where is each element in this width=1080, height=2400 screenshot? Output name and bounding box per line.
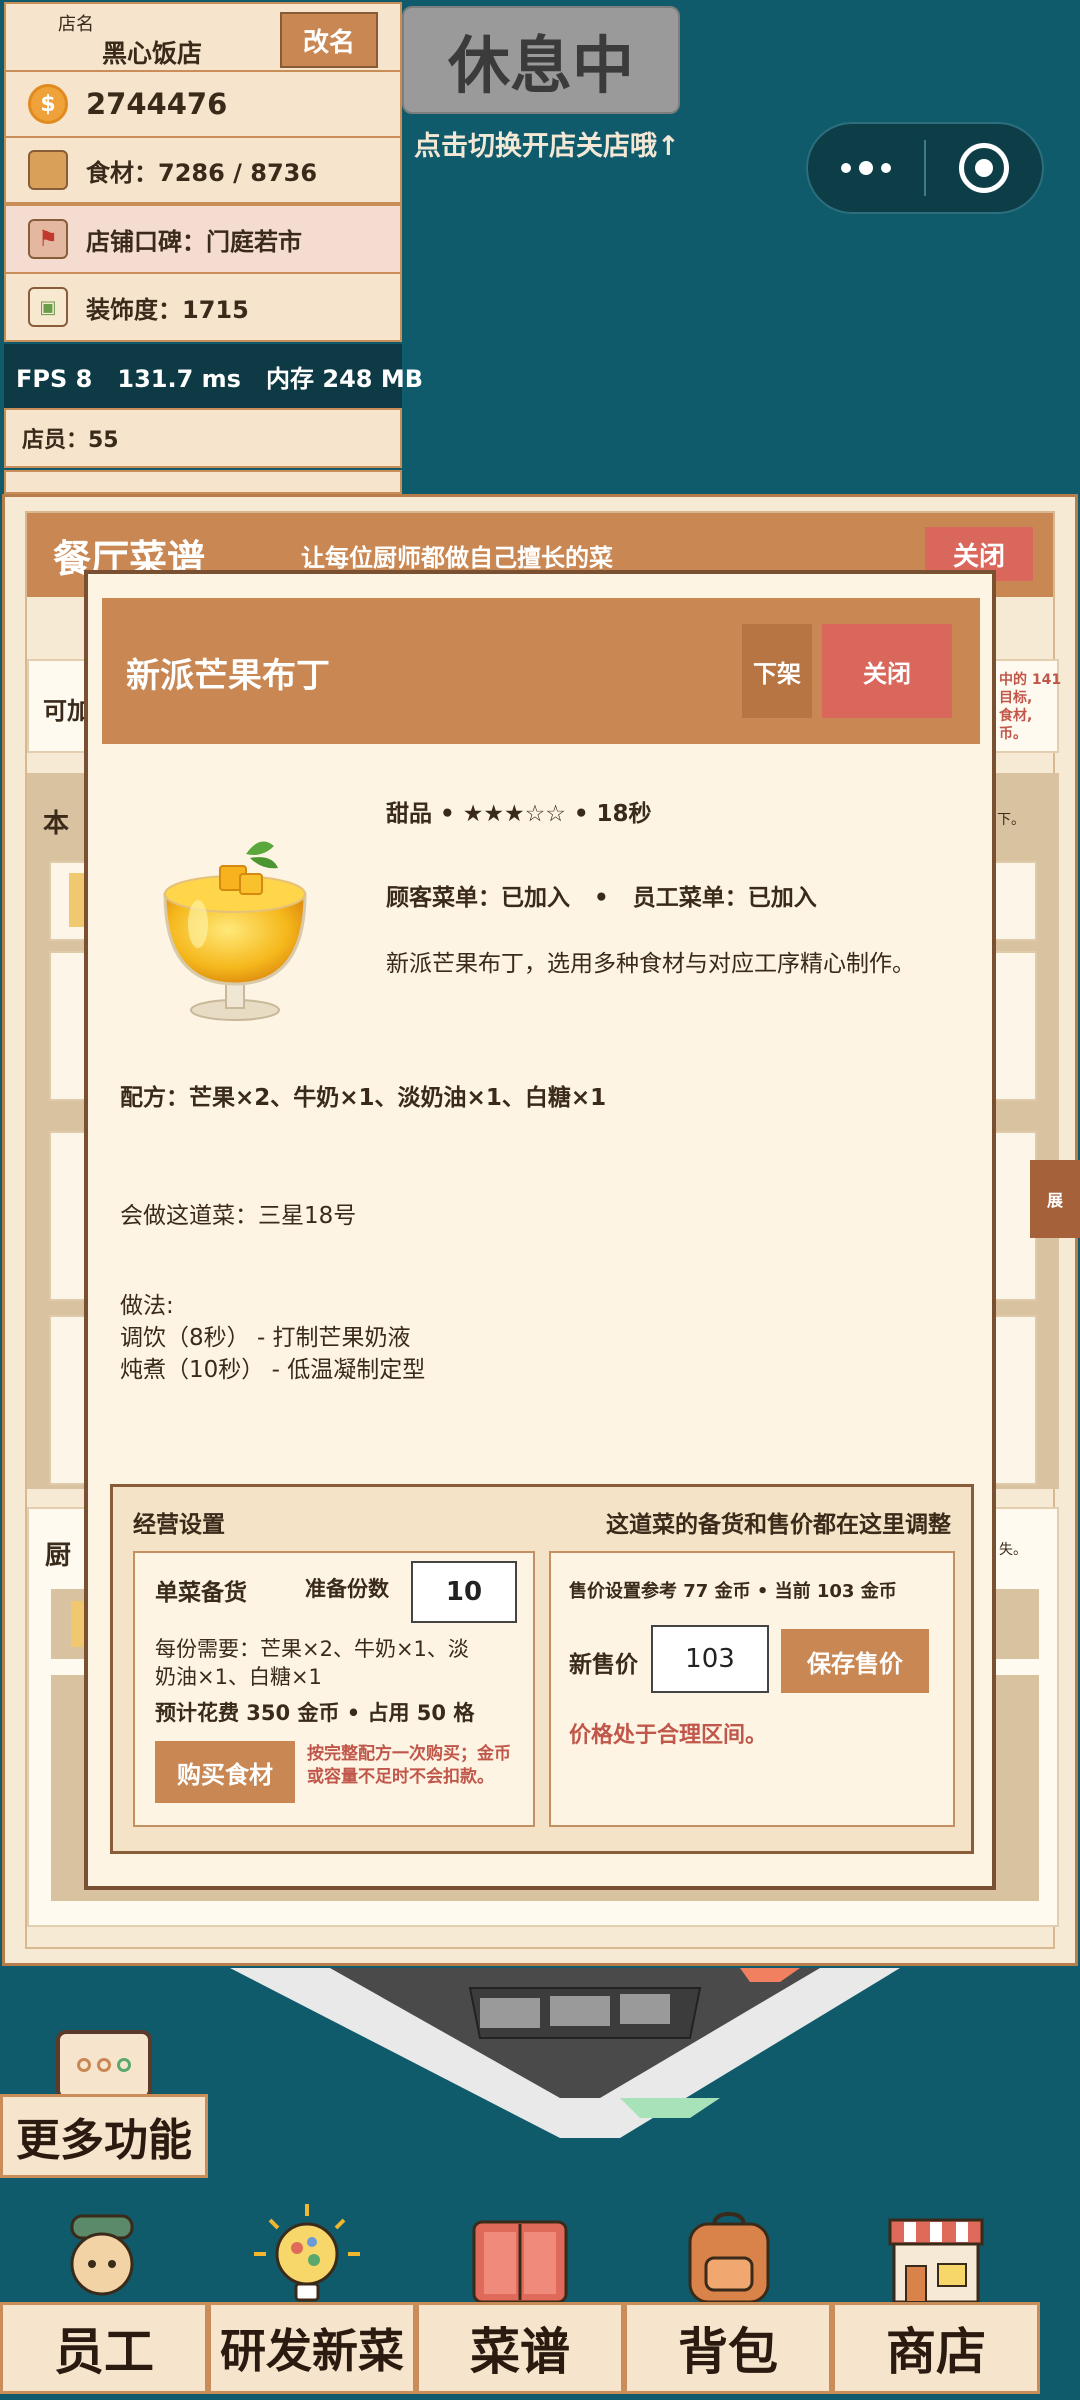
medal-icon: ⚑	[28, 219, 68, 259]
dish-close-button[interactable]: 关闭	[822, 624, 952, 718]
dish-meta: 甜品 • ★★★☆☆ • 18秒	[386, 801, 652, 827]
recipe-panel-subtitle: 让每位厨师都做自己擅长的菜	[301, 543, 614, 572]
dish-menu-status: 顾客菜单：已加入 • 员工菜单：已加入	[386, 885, 817, 911]
coin-count: 2744476	[86, 87, 228, 121]
dish-name: 新派芒果布丁	[126, 656, 330, 696]
toggle-tip: 点击切换开店关店哦↑	[414, 131, 680, 162]
method-step: 炖煮（10秒） - 低温凝制定型	[120, 1357, 426, 1383]
coin-icon: $	[28, 84, 68, 124]
dish-description: 新派芒果布丁，选用多种食材与对应工序精心制作。	[386, 951, 915, 977]
bg-fragment: 本	[43, 809, 70, 839]
lightbulb-icon	[252, 2202, 362, 2302]
business-title: 经营设置	[133, 1512, 225, 1538]
open-close-toggle[interactable]: 休息中	[402, 6, 680, 114]
stock-qty-input[interactable]: 10	[411, 1561, 517, 1623]
stock-card: 单菜备货 准备份数 10 每份需要：芒果×2、牛奶×1、淡 奶油×1、白糖×1 …	[133, 1551, 535, 1827]
bg-fragment: 下。	[997, 812, 1025, 828]
nav-research[interactable]: 研发新菜	[208, 2302, 416, 2394]
reputation-text: 店铺口碑：门庭若市	[86, 227, 302, 256]
stock-title: 单菜备货	[155, 1580, 247, 1606]
stock-cost: 预计花费 350 金币 • 占用 50 格	[155, 1701, 475, 1725]
save-price-button[interactable]: 保存售价	[781, 1629, 929, 1693]
shop-name-label: 店名	[58, 14, 94, 35]
nav-staff[interactable]: 员工	[0, 2302, 208, 2394]
decoration-row: ▣ 装饰度：1715	[4, 272, 402, 342]
buy-ingredients-button[interactable]: 购买食材	[155, 1741, 295, 1803]
nav-backpack[interactable]: 背包	[624, 2302, 832, 2394]
expand-side-tab[interactable]: 展	[1030, 1160, 1080, 1238]
business-hint: 这道菜的备货和售价都在这里调整	[606, 1512, 951, 1538]
picture-icon: ▣	[28, 287, 68, 327]
stock-qty-label: 准备份数	[305, 1577, 389, 1601]
bg-fragment: 厨	[45, 1541, 72, 1571]
dish-header: 新派芒果布丁 下架 关闭	[102, 598, 980, 744]
ingredient-count: 食材：7286 / 8736	[86, 158, 318, 187]
dish-detail-modal: 新派芒果布丁 下架 关闭 甜品 • ★★★☆☆ • 18秒 顾客菜单：已加入 •…	[84, 570, 996, 1890]
buy-note: 按完整配方一次购买；金币或容量不足时不会扣款。	[307, 1744, 511, 1787]
exit-target-icon[interactable]	[926, 143, 1042, 193]
more-dots-icon[interactable]	[808, 161, 924, 175]
unlist-button[interactable]: 下架	[742, 624, 812, 718]
rename-button[interactable]: 改名	[280, 12, 378, 68]
shop-name: 黑心饭店	[102, 39, 203, 68]
price-card: 售价设置参考 77 金币 • 当前 103 金币 新售价 103 保存售价 价格…	[549, 1551, 955, 1827]
price-status: 价格处于合理区间。	[569, 1723, 768, 1748]
business-settings: 经营设置 这道菜的备货和售价都在这里调整 单菜备货 准备份数 10 每份需要：芒…	[110, 1484, 974, 1854]
bg-fragment: 失。	[999, 1542, 1027, 1558]
ingredient-row: 食材：7286 / 8736	[4, 136, 402, 204]
nav-recipes[interactable]: 菜谱	[416, 2302, 624, 2394]
miniprogram-capsule	[806, 122, 1044, 214]
more-functions-button[interactable]: 更多功能	[0, 2094, 208, 2178]
nav-shop[interactable]: 商店	[832, 2302, 1040, 2394]
staff-count: 店员：55	[22, 428, 119, 453]
mango-pudding-image	[150, 824, 320, 1024]
method-step: 调饮（8秒） - 打制芒果奶液	[120, 1325, 411, 1351]
new-price-label: 新售价	[569, 1652, 638, 1678]
need-line: 每份需要：芒果×2、牛奶×1、淡	[155, 1637, 469, 1661]
reputation-row: ⚑ 店铺口碑：门庭若市	[4, 204, 402, 274]
dish-cooks: 会做这道菜：三星18号	[120, 1203, 357, 1229]
backpack-icon	[682, 2210, 776, 2304]
staff-row: 店员：55	[4, 408, 402, 468]
bg-fragment: 中的 141 目标, 食材, 币。	[999, 672, 1062, 742]
need-line: 奶油×1、白糖×1	[155, 1665, 322, 1689]
dish-recipe: 配方：芒果×2、牛奶×1、淡奶油×1、白糖×1	[120, 1085, 607, 1111]
fps-text: FPS 8 131.7 ms 内存 248 MB	[16, 364, 424, 393]
recipe-book-icon	[470, 2218, 570, 2304]
shop-name-row: 店名 黑心饭店 改名	[4, 2, 402, 72]
fps-overlay: FPS 8 131.7 ms 内存 248 MB	[4, 344, 423, 408]
new-price-input[interactable]: 103	[651, 1625, 769, 1693]
coin-row: $ 2744476	[4, 70, 402, 138]
price-reference: 售价设置参考 77 金币 • 当前 103 金币	[569, 1581, 897, 1602]
decoration-text: 装饰度：1715	[86, 295, 249, 324]
shop-icon	[886, 2214, 986, 2304]
basket-icon	[28, 150, 68, 190]
staff-icon	[64, 2212, 140, 2304]
method-title: 做法:	[120, 1293, 174, 1319]
hud-row-peek	[4, 470, 402, 494]
menu-box-icon	[56, 2030, 152, 2100]
